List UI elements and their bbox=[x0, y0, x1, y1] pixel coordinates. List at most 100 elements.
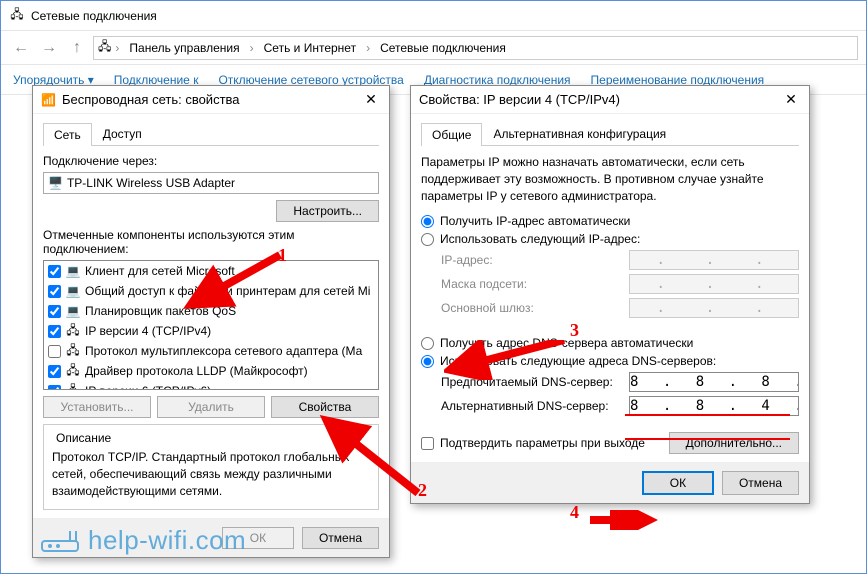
forward-button[interactable]: → bbox=[37, 36, 61, 60]
ok-button[interactable]: ОК bbox=[642, 471, 714, 495]
annotation-number-2: 2 bbox=[418, 480, 427, 501]
component-label: Планировщик пакетов QoS bbox=[85, 304, 236, 318]
up-button[interactable]: ↑ bbox=[65, 36, 89, 60]
breadcrumb-seg[interactable]: Сетевые подключения bbox=[374, 41, 512, 55]
radio-ip-manual[interactable]: Использовать следующий IP-адрес: bbox=[421, 232, 799, 246]
radio-label: Использовать следующий IP-адрес: bbox=[440, 232, 640, 246]
dns-preferred-input[interactable] bbox=[629, 372, 799, 392]
checkbox-input[interactable] bbox=[48, 285, 61, 298]
tab-network[interactable]: Сеть bbox=[43, 123, 92, 146]
arrow-up-icon: ↑ bbox=[73, 39, 81, 57]
components-label: Отмеченные компоненты используются этим … bbox=[43, 228, 379, 256]
titlebar: 🖧 Сетевые подключения bbox=[1, 1, 866, 31]
component-label: Клиент для сетей Microsoft bbox=[85, 264, 235, 278]
checkbox-input[interactable] bbox=[48, 365, 61, 378]
arrow-left-icon: ← bbox=[13, 39, 29, 57]
chevron-right-icon: › bbox=[250, 41, 254, 55]
arrow-right-icon: → bbox=[41, 39, 57, 57]
checkbox-label: Подтвердить параметры при выходе bbox=[440, 436, 645, 450]
checkbox-input[interactable] bbox=[48, 345, 61, 358]
close-button[interactable]: ✕ bbox=[361, 90, 381, 110]
tab-access[interactable]: Доступ bbox=[92, 122, 153, 145]
list-item[interactable]: 💻 Планировщик пакетов QoS bbox=[44, 301, 378, 321]
gateway-label: Основной шлюз: bbox=[441, 301, 621, 315]
list-item[interactable]: 🖧IP версии 4 (TCP/IPv4) bbox=[44, 321, 378, 341]
tab-alternative[interactable]: Альтернативная конфигурация bbox=[482, 122, 677, 145]
adapter-field: 🖥️ TP-LINK Wireless USB Adapter bbox=[43, 172, 379, 194]
radio-input[interactable] bbox=[421, 337, 434, 350]
radio-input[interactable] bbox=[421, 355, 434, 368]
radio-label: Использовать следующие адреса DNS-сервер… bbox=[440, 354, 716, 368]
watermark-text: help-wifi.com bbox=[88, 525, 246, 556]
list-item[interactable]: 💻 Общий доступ к файлам и принтерам для с… bbox=[44, 281, 378, 301]
list-item[interactable]: 🖧 IP версии 6 (TCP/IPv6) bbox=[44, 381, 378, 390]
close-button[interactable]: ✕ bbox=[781, 90, 801, 110]
annotation-underline bbox=[625, 438, 790, 440]
address-icon: 🖧 bbox=[98, 37, 111, 58]
checkbox-input[interactable] bbox=[48, 325, 61, 338]
description-text: Протокол TCP/IP. Стандартный протокол гл… bbox=[52, 449, 370, 499]
radio-input[interactable] bbox=[421, 215, 434, 228]
adapter-icon: 🖥️ bbox=[48, 176, 63, 190]
checkbox-input[interactable] bbox=[48, 305, 61, 318]
component-icon: 🖧 bbox=[65, 383, 81, 390]
install-button[interactable]: Установить... bbox=[43, 396, 151, 418]
subnet-mask-input bbox=[629, 274, 799, 294]
back-button[interactable]: ← bbox=[9, 36, 33, 60]
properties-button[interactable]: Свойства bbox=[271, 396, 379, 418]
dialog-icon: 📶 bbox=[41, 93, 56, 107]
subnet-mask-label: Маска подсети: bbox=[441, 277, 621, 291]
advanced-button[interactable]: Дополнительно... bbox=[669, 432, 799, 454]
description-title: Описание bbox=[52, 431, 115, 445]
connect-via-label: Подключение через: bbox=[43, 154, 379, 168]
chevron-right-icon: › bbox=[115, 41, 119, 55]
address-bar[interactable]: 🖧 › Панель управления › Сеть и Интернет … bbox=[93, 36, 858, 60]
cancel-button[interactable]: Отмена bbox=[722, 471, 799, 495]
tab-general[interactable]: Общие bbox=[421, 123, 482, 146]
component-icon: 💻 bbox=[65, 283, 81, 299]
confirm-on-exit[interactable]: Подтвердить параметры при выходе bbox=[421, 436, 645, 450]
radio-ip-auto[interactable]: Получить IP-адрес автоматически bbox=[421, 214, 799, 228]
dialog-titlebar: 📶 Беспроводная сеть: свойства ✕ bbox=[33, 86, 389, 114]
component-icon: 💻 bbox=[65, 303, 81, 319]
gateway-input bbox=[629, 298, 799, 318]
dialog-footer: ОК Отмена bbox=[411, 462, 809, 503]
router-icon bbox=[40, 529, 80, 553]
radio-input[interactable] bbox=[421, 233, 434, 246]
radio-dns-manual[interactable]: Использовать следующие адреса DNS-сервер… bbox=[421, 354, 799, 368]
info-text: Параметры IP можно назначать автоматичес… bbox=[421, 154, 799, 204]
component-icon: 💻 bbox=[65, 263, 81, 279]
component-label: IP версии 6 (TCP/IPv6) bbox=[85, 384, 211, 390]
list-item[interactable]: 💻 Клиент для сетей Microsoft bbox=[44, 261, 378, 281]
description-group: Описание Протокол TCP/IP. Стандартный пр… bbox=[43, 424, 379, 510]
ip-address-label: IP-адрес: bbox=[441, 253, 621, 267]
components-list[interactable]: 💻 Клиент для сетей Microsoft 💻 Общий доступ… bbox=[43, 260, 379, 390]
dialog-body: Сеть Доступ Подключение через: 🖥️ TP-LIN… bbox=[33, 114, 389, 518]
chevron-right-icon: › bbox=[366, 41, 370, 55]
dialog-title: Беспроводная сеть: свойства bbox=[62, 92, 355, 107]
list-item[interactable]: 🖧Протокол мультиплексора сетевого адапте… bbox=[44, 341, 378, 361]
radio-label: Получить IP-адрес автоматически bbox=[440, 214, 630, 228]
dialog-titlebar: Свойства: IP версии 4 (TCP/IPv4) ✕ bbox=[411, 86, 809, 114]
list-item[interactable]: 🖧Драйвер протокола LLDP (Майкрософт) bbox=[44, 361, 378, 381]
radio-dns-auto[interactable]: Получить адрес DNS-сервера автоматически bbox=[421, 336, 799, 350]
breadcrumb-seg[interactable]: Сеть и Интернет bbox=[258, 41, 362, 55]
breadcrumb-seg[interactable]: Панель управления bbox=[123, 41, 245, 55]
checkbox-input[interactable] bbox=[48, 385, 61, 391]
ip-address-input bbox=[629, 250, 799, 270]
component-label: Драйвер протокола LLDP (Майкрософт) bbox=[85, 364, 308, 378]
cancel-button[interactable]: Отмена bbox=[302, 527, 379, 549]
checkbox-input[interactable] bbox=[421, 437, 434, 450]
component-label: Общий доступ к файлам и принтерам для се… bbox=[85, 284, 370, 298]
checkbox-input[interactable] bbox=[48, 265, 61, 278]
wireless-properties-dialog: 📶 Беспроводная сеть: свойства ✕ Сеть Дос… bbox=[32, 85, 390, 558]
annotation-number-4: 4 bbox=[570, 502, 579, 523]
configure-button[interactable]: Настроить... bbox=[276, 200, 379, 222]
dialog-title: Свойства: IP версии 4 (TCP/IPv4) bbox=[419, 92, 775, 107]
annotation-underline bbox=[625, 414, 790, 416]
watermark: help-wifi.com bbox=[40, 525, 246, 556]
component-label: Протокол мультиплексора сетевого адаптер… bbox=[85, 344, 362, 358]
ipv4-properties-dialog: Свойства: IP версии 4 (TCP/IPv4) ✕ Общие… bbox=[410, 85, 810, 504]
tabs: Общие Альтернативная конфигурация bbox=[421, 122, 799, 146]
remove-button[interactable]: Удалить bbox=[157, 396, 265, 418]
